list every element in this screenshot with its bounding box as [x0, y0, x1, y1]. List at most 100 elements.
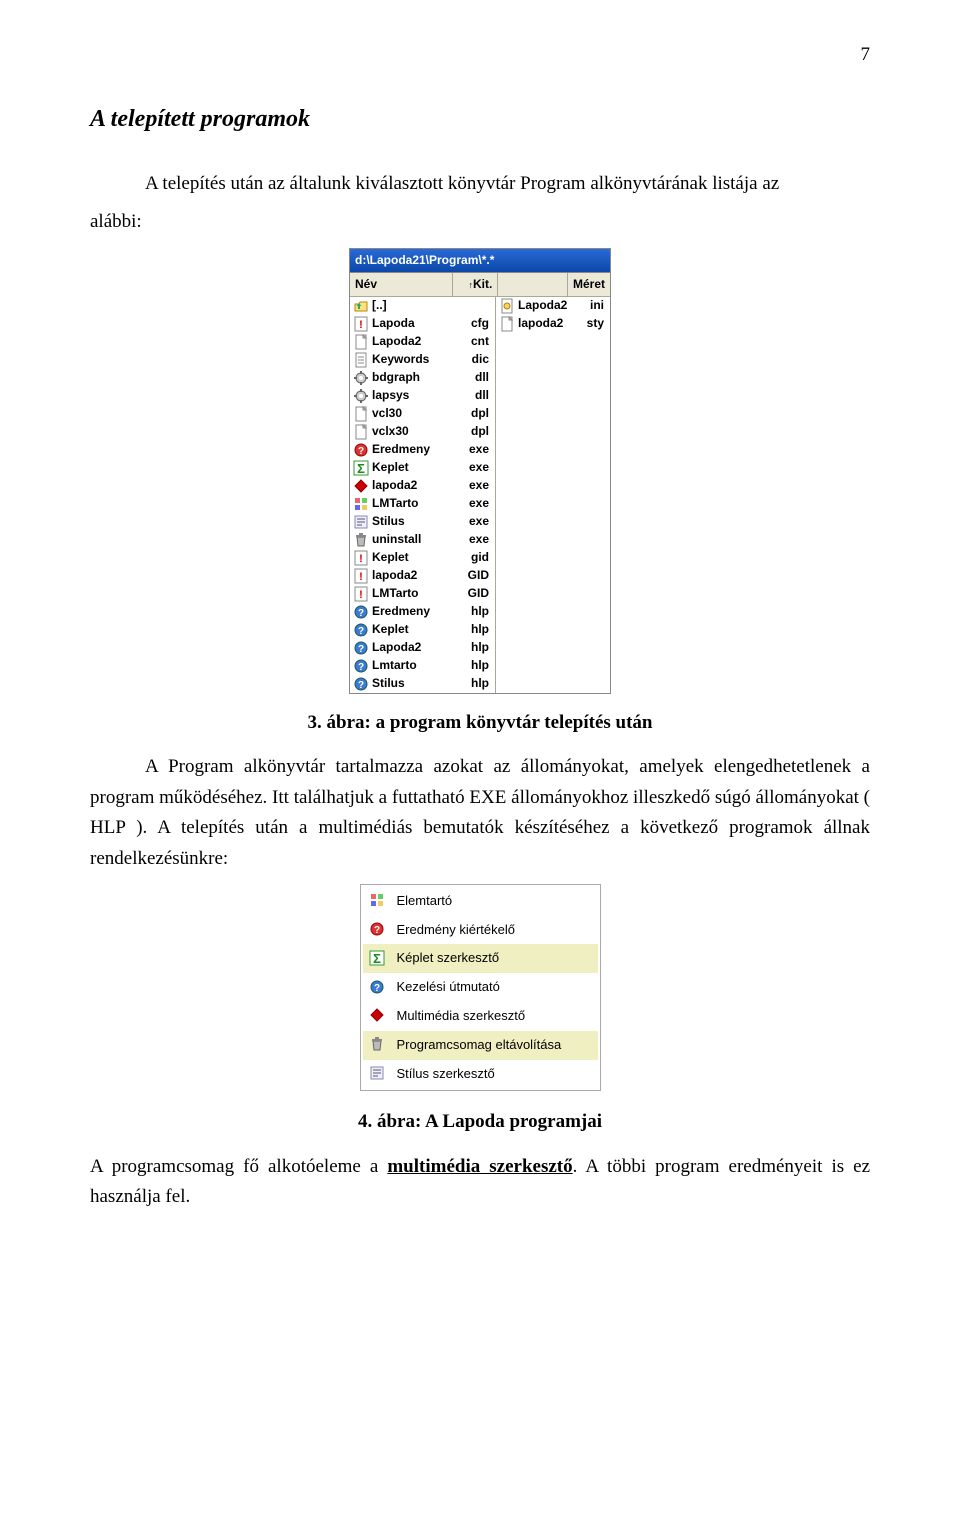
file-name: Lapoda2: [518, 296, 569, 315]
doc-icon: [353, 424, 369, 440]
stilus-icon: [369, 1065, 389, 1083]
help-icon: ?: [353, 676, 369, 692]
file-name: lapsys: [372, 386, 454, 405]
svg-text:!: !: [359, 571, 363, 583]
file-row[interactable]: !Lapodacfg: [350, 315, 495, 333]
file-name: Lapoda2: [372, 332, 454, 351]
file-ext: ini: [569, 296, 607, 315]
file-row[interactable]: ? Lapoda2hlp: [350, 639, 495, 657]
excl-icon: !: [353, 586, 369, 602]
file-name: [..]: [372, 296, 454, 315]
file-ext: dic: [454, 350, 492, 369]
file-name: uninstall: [372, 530, 454, 549]
file-name: Lapoda2: [372, 638, 454, 657]
file-name: Keplet: [372, 458, 454, 477]
file-row[interactable]: !lapoda2GID: [350, 567, 495, 585]
file-ext: dpl: [454, 404, 492, 423]
file-row[interactable]: lapsysdll: [350, 387, 495, 405]
menu-item[interactable]: ?Kezelési útmutató: [363, 973, 598, 1002]
col-name[interactable]: Név: [350, 273, 453, 296]
menu-item[interactable]: Programcsomag eltávolítása: [363, 1031, 598, 1060]
menu-item[interactable]: Σ Képlet szerkesztő: [363, 944, 598, 973]
help-icon: ?: [353, 622, 369, 638]
doc-icon: [353, 406, 369, 422]
svg-text:?: ?: [358, 446, 364, 457]
file-ext: GID: [454, 584, 492, 603]
file-row[interactable]: vcl30dpl: [350, 405, 495, 423]
excl-icon: !: [353, 550, 369, 566]
file-commander-panel: d:\Lapoda21\Program\*.* Név ↑Kit. Méret …: [349, 248, 611, 694]
file-row[interactable]: Lapoda2cnt: [350, 333, 495, 351]
file-row[interactable]: Lapoda2ini: [496, 297, 610, 315]
diamond-icon: [369, 1007, 389, 1025]
file-name: Keplet: [372, 548, 454, 567]
file-name: Keplet: [372, 620, 454, 639]
svg-text:?: ?: [358, 680, 364, 691]
file-row[interactable]: ?Eredmenyexe: [350, 441, 495, 459]
menu-item[interactable]: Multimédia szerkesztő: [363, 1002, 598, 1031]
file-name: Eredmeny: [372, 440, 454, 459]
file-name: LMTarto: [372, 494, 454, 513]
file-row[interactable]: ?Eredmenyhlp: [350, 603, 495, 621]
file-name: Lapoda: [372, 314, 454, 333]
menu-item[interactable]: Elemtartó: [363, 887, 598, 916]
file-name: vclx30: [372, 422, 454, 441]
file-row[interactable]: ?Stilushlp: [350, 675, 495, 693]
file-ext: gid: [454, 548, 492, 567]
updir-icon: [353, 298, 369, 314]
gear-icon: [353, 388, 369, 404]
menu-item-label: Képlet szerkesztő: [397, 948, 500, 969]
file-row[interactable]: [..]: [350, 297, 495, 315]
col-size[interactable]: Méret: [568, 273, 610, 296]
qred-icon: ?: [369, 921, 389, 939]
file-ext: exe: [454, 530, 492, 549]
file-ext: hlp: [454, 638, 492, 657]
file-row[interactable]: lapoda2sty: [496, 315, 610, 333]
file-row[interactable]: !Kepletgid: [350, 549, 495, 567]
diamond-icon: [353, 478, 369, 494]
file-row[interactable]: ?Keplethlp: [350, 621, 495, 639]
svg-text:?: ?: [358, 644, 364, 655]
emphasis-multimedia-szerkeszto: multimédia szerkesztő: [387, 1156, 572, 1177]
file-row[interactable]: lapoda2exe: [350, 477, 495, 495]
svg-text:Σ: Σ: [373, 951, 381, 966]
help-icon: ?: [353, 604, 369, 620]
help-icon: ?: [369, 979, 389, 997]
programs-menu: Elemtartó? Eredmény kiértékelő Σ Képlet sze…: [360, 884, 601, 1092]
file-row[interactable]: vclx30dpl: [350, 423, 495, 441]
trash-icon: [353, 532, 369, 548]
trash-icon: [369, 1036, 389, 1054]
col-name-label: Név: [355, 277, 377, 291]
file-row[interactable]: bdgraphdll: [350, 369, 495, 387]
file-row[interactable]: ?Lmtartohlp: [350, 657, 495, 675]
mosaic-icon: [353, 496, 369, 512]
menu-item-label: Eredmény kiértékelő: [397, 920, 516, 941]
file-ext: exe: [454, 458, 492, 477]
figure-caption-4: 4. ábra: A Lapoda programjai: [90, 1107, 870, 1137]
col-ext[interactable]: ↑Kit.: [453, 273, 498, 296]
doc-icon: [499, 316, 515, 332]
file-ext: cfg: [454, 314, 492, 333]
intro-paragraph: A telepítés után az általunk kiválasztot…: [90, 169, 870, 199]
file-row[interactable]: Stilusexe: [350, 513, 495, 531]
file-row[interactable]: ΣKepletexe: [350, 459, 495, 477]
col-name-2[interactable]: [498, 273, 568, 296]
file-row[interactable]: !LMTartoGID: [350, 585, 495, 603]
doc-icon: [353, 334, 369, 350]
file-name: bdgraph: [372, 368, 454, 387]
menu-item-label: Programcsomag eltávolítása: [397, 1035, 562, 1056]
file-row[interactable]: uninstallexe: [350, 531, 495, 549]
file-ext: exe: [454, 494, 492, 513]
gear-icon: [353, 370, 369, 386]
file-ext: hlp: [454, 620, 492, 639]
body-paragraph: A Program alkönyvtár tartalmazza azokat …: [90, 752, 870, 874]
file-ext: dll: [454, 368, 492, 387]
file-row[interactable]: Keywordsdic: [350, 351, 495, 369]
file-ext: dll: [454, 386, 492, 405]
menu-item[interactable]: ? Eredmény kiértékelő: [363, 916, 598, 945]
file-ext: cnt: [454, 332, 492, 351]
menu-item[interactable]: Stílus szerkesztő: [363, 1060, 598, 1089]
page-number: 7: [90, 40, 870, 70]
file-row[interactable]: LMTartoexe: [350, 495, 495, 513]
file-ext: sty: [569, 314, 607, 333]
